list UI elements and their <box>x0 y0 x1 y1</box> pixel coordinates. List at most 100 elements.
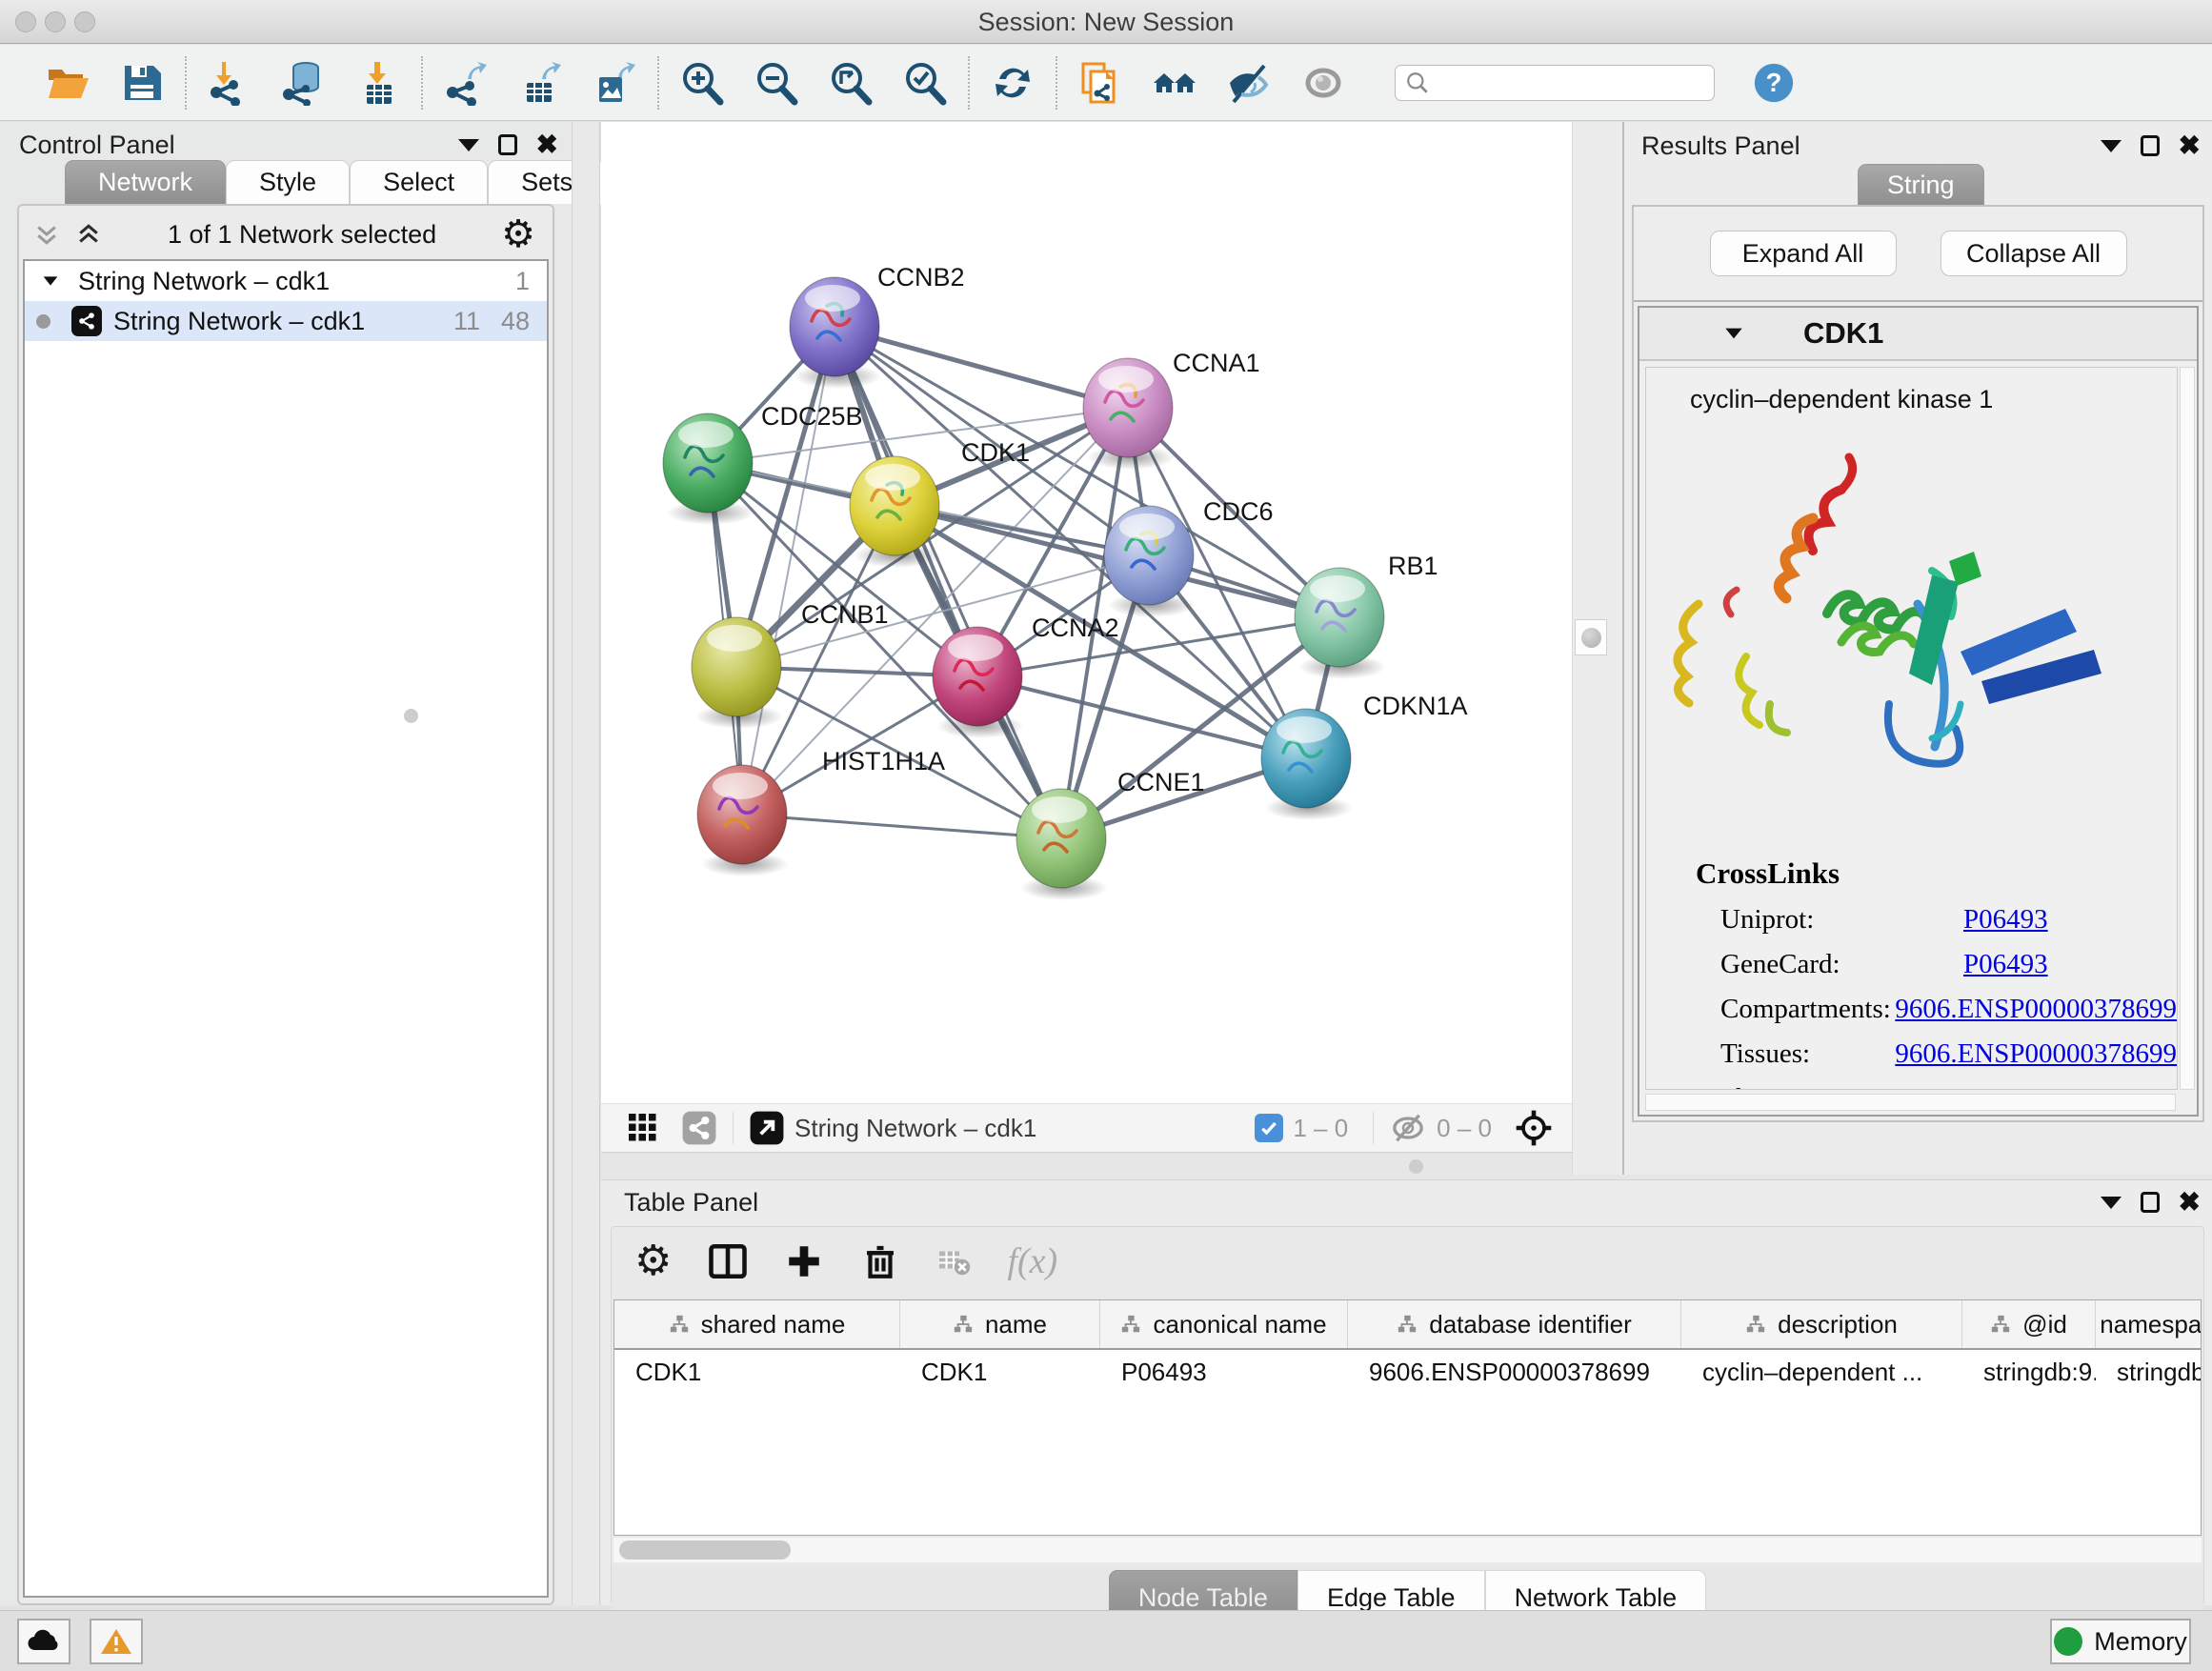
import-network-icon[interactable] <box>206 59 253 107</box>
table-cell[interactable]: CDK1 <box>900 1350 1100 1394</box>
birdseye-grid-icon[interactable] <box>626 1111 660 1145</box>
network-options-gear-icon[interactable]: ⚙ <box>501 215 535 253</box>
network-view[interactable]: CCNB2CCNA1CDC25BCDK1CDC6RB1CCNB1CCNA2CDK… <box>601 122 1572 1103</box>
column-header-description[interactable]: description <box>1681 1300 1962 1348</box>
cloud-button[interactable] <box>17 1619 70 1664</box>
crosslink-uniprot[interactable]: P06493 <box>1963 904 2048 936</box>
delete-column-icon[interactable] <box>860 1241 900 1281</box>
collapse-all-button[interactable]: Collapse All <box>1941 231 2127 276</box>
collection-expander-icon[interactable] <box>40 271 61 292</box>
table-cell[interactable]: CDK1 <box>614 1350 900 1394</box>
network-node-cdkn1a[interactable]: CDKN1A <box>1261 692 1468 820</box>
scrollbar-thumb[interactable] <box>619 1540 791 1560</box>
float-panel-icon[interactable] <box>498 134 517 155</box>
right-splitter[interactable] <box>1572 122 1622 1175</box>
first-neighbors-icon[interactable] <box>1151 59 1198 107</box>
minimize-window-button[interactable] <box>45 11 66 32</box>
function-builder-icon[interactable]: f(x) <box>1007 1240 1057 1282</box>
hidden-eye-icon[interactable] <box>1389 1109 1427 1147</box>
table-cell[interactable]: 9606.ENSP00000378699 <box>1348 1350 1681 1394</box>
search-input[interactable] <box>1430 70 1697 96</box>
collapse-all-icon[interactable] <box>32 220 61 249</box>
network-collection-row[interactable]: String Network – cdk1 1 <box>25 261 547 301</box>
splitter-grip-button[interactable] <box>1575 619 1607 655</box>
network-node-ccnb1[interactable]: CCNB1 <box>692 600 889 729</box>
hide-selected-icon[interactable] <box>1225 59 1273 107</box>
export-image-icon[interactable] <box>591 59 638 107</box>
refresh-layout-icon[interactable] <box>989 59 1036 107</box>
section-expander-icon[interactable] <box>1721 321 1746 346</box>
network-node-rb1[interactable]: RB1 <box>1295 552 1438 679</box>
network-edge[interactable] <box>977 676 1306 758</box>
column-header--id[interactable]: @id <box>1962 1300 2096 1348</box>
expand-all-icon[interactable] <box>74 220 103 249</box>
tab-network[interactable]: Network <box>65 160 226 204</box>
zoom-in-icon[interactable] <box>678 59 726 107</box>
network-node-ccna2[interactable]: CCNA2 <box>933 614 1119 738</box>
table-row[interactable]: CDK1CDK1P064939606.ENSP00000378699cyclin… <box>614 1350 2201 1394</box>
save-session-icon[interactable] <box>118 59 166 107</box>
maximize-window-button[interactable] <box>74 11 95 32</box>
import-table-icon[interactable] <box>354 59 402 107</box>
crosslink-pharos[interactable]: P06493 <box>1963 1083 2048 1090</box>
share-view-icon[interactable] <box>681 1110 717 1146</box>
memory-button[interactable]: Memory <box>2050 1619 2191 1664</box>
delete-table-icon[interactable] <box>936 1241 971 1281</box>
show-eye-icon[interactable] <box>1299 59 1347 107</box>
zoom-fit-icon[interactable] <box>827 59 875 107</box>
network-node-cdc6[interactable]: CDC6 <box>1104 497 1274 617</box>
network-edge[interactable] <box>742 327 835 815</box>
clone-network-icon[interactable] <box>1076 59 1124 107</box>
table-horizontal-scrollbar[interactable] <box>613 1538 2202 1562</box>
close-window-button[interactable] <box>15 11 36 32</box>
table-options-gear-icon[interactable]: ⚙ <box>634 1240 672 1282</box>
import-network-from-database-icon[interactable] <box>280 59 328 107</box>
network-graph[interactable]: CCNB2CCNA1CDC25BCDK1CDC6RB1CCNB1CCNA2CDK… <box>601 122 1572 1103</box>
network-node-hist1h1a[interactable]: HIST1H1A <box>697 747 945 876</box>
column-header-shared-name[interactable]: shared name <box>614 1300 900 1348</box>
network-row[interactable]: String Network – cdk1 11 48 <box>25 301 547 341</box>
panel-menu-icon[interactable] <box>2101 140 2122 152</box>
warnings-button[interactable] <box>90 1619 143 1664</box>
network-node-ccne1[interactable]: CCNE1 <box>1016 768 1205 900</box>
tab-style[interactable]: Style <box>226 160 350 204</box>
close-panel-icon[interactable]: ✖ <box>2179 1192 2201 1213</box>
help-icon[interactable]: ? <box>1753 62 1795 104</box>
column-header-namespace[interactable]: namespace <box>2096 1300 2202 1348</box>
gene-section-header[interactable]: CDK1 <box>1639 308 2197 361</box>
network-node-ccnb2[interactable]: CCNB2 <box>790 263 965 389</box>
crosshair-icon[interactable] <box>1513 1107 1555 1149</box>
left-splitter[interactable] <box>572 122 600 1605</box>
table-cell[interactable]: stringdb:9... <box>1962 1350 2096 1394</box>
network-edge[interactable] <box>742 815 1061 838</box>
crosslink-tissues[interactable]: 9606.ENSP00000378699 <box>1895 1038 2177 1070</box>
close-panel-icon[interactable]: ✖ <box>2179 135 2201 156</box>
table-cell[interactable]: P06493 <box>1100 1350 1348 1394</box>
column-header-name[interactable]: name <box>900 1300 1100 1348</box>
close-panel-icon[interactable]: ✖ <box>536 134 558 155</box>
open-session-icon[interactable] <box>44 59 91 107</box>
crosslink-compartments[interactable]: 9606.ENSP00000378699 <box>1895 994 2177 1025</box>
crosslink-genecard[interactable]: P06493 <box>1963 949 2048 980</box>
zoom-selected-icon[interactable] <box>901 59 949 107</box>
export-table-icon[interactable] <box>516 59 564 107</box>
selected-checkbox-icon[interactable] <box>1255 1114 1283 1142</box>
panel-menu-icon[interactable] <box>458 139 479 151</box>
detach-view-icon[interactable] <box>749 1110 785 1146</box>
zoom-out-icon[interactable] <box>753 59 800 107</box>
float-panel-icon[interactable] <box>2141 1192 2160 1213</box>
control-panel-splitter-grip[interactable] <box>404 709 418 723</box>
show-columns-icon[interactable] <box>708 1241 748 1281</box>
column-header-canonical-name[interactable]: canonical name <box>1100 1300 1348 1348</box>
table-cell[interactable]: stringdb <box>2096 1350 2202 1394</box>
tab-select[interactable]: Select <box>350 160 488 204</box>
add-column-icon[interactable] <box>784 1241 824 1281</box>
export-network-icon[interactable] <box>442 59 490 107</box>
column-header-database-identifier[interactable]: database identifier <box>1348 1300 1681 1348</box>
expand-all-button[interactable]: Expand All <box>1710 231 1897 276</box>
tab-string[interactable]: String <box>1858 164 1984 206</box>
table-cell[interactable]: cyclin–dependent ... <box>1681 1350 1962 1394</box>
search-box[interactable] <box>1395 65 1715 101</box>
results-horizontal-scrollbar[interactable] <box>1645 1094 2176 1111</box>
results-vertical-scrollbar[interactable] <box>2180 367 2195 1090</box>
